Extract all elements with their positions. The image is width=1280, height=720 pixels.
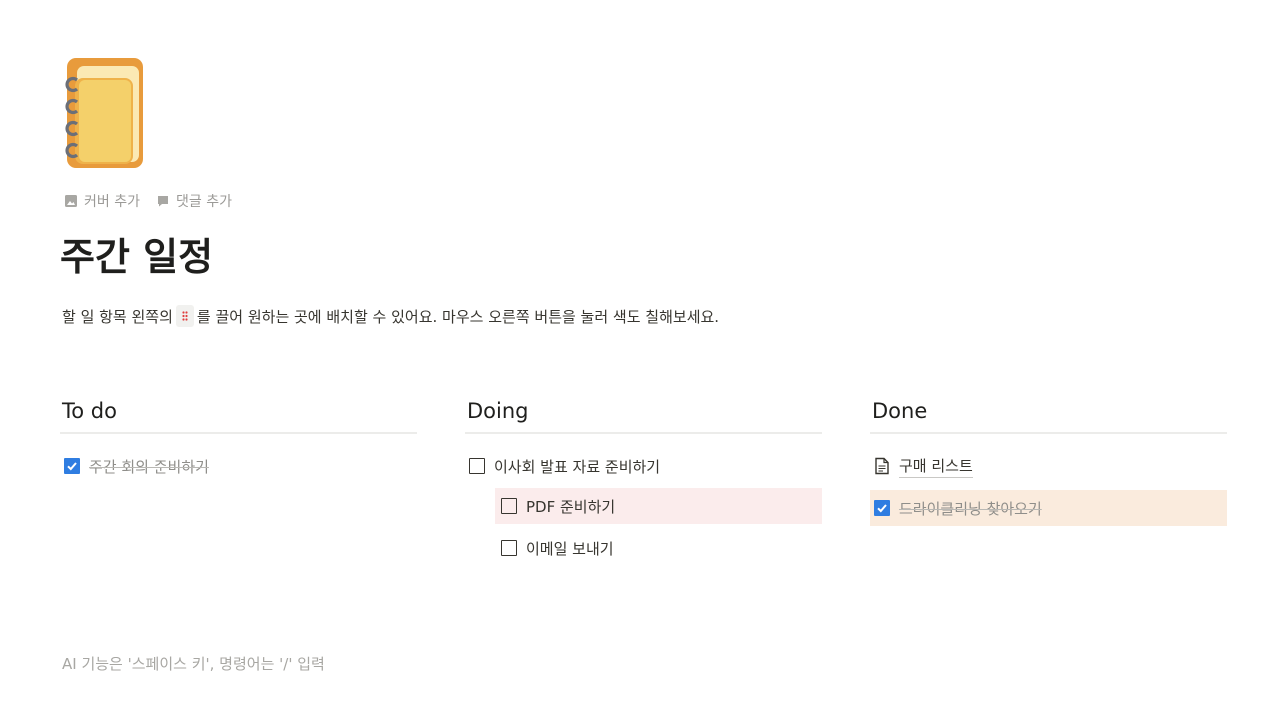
checkbox[interactable] xyxy=(501,498,517,514)
todo-item[interactable]: 이메일 보내기 xyxy=(495,530,822,566)
drag-handle-icon xyxy=(175,305,194,327)
todo-item-label: 이메일 보내기 xyxy=(526,539,614,558)
image-icon xyxy=(65,195,77,207)
column-divider xyxy=(870,432,1227,434)
todo-item-label: 이사회 발표 자료 준비하기 xyxy=(494,457,661,476)
column-title-todo[interactable]: To do xyxy=(60,396,417,432)
column-divider xyxy=(465,432,822,434)
todo-item[interactable]: 드라이클리닝 찾아오기 xyxy=(870,490,1227,526)
column-divider xyxy=(60,432,417,434)
column-title-done[interactable]: Done xyxy=(870,396,1227,432)
page-link[interactable]: 구매 리스트 xyxy=(870,448,1227,484)
checkmark-icon xyxy=(67,462,77,471)
column-title-doing[interactable]: Doing xyxy=(465,396,822,432)
comment-icon xyxy=(157,196,168,207)
todo-item[interactable]: 이사회 발표 자료 준비하기 xyxy=(465,448,822,484)
todo-item-label: 주간 회의 준비하기 xyxy=(89,457,209,476)
description-text-end: 를 끌어 원하는 곳에 배치할 수 있어요. 마우스 오른쪽 버튼을 눌러 색도… xyxy=(196,307,720,326)
page-meta-actions: 커버 추가 댓글 추가 xyxy=(64,191,232,211)
checkbox-checked[interactable] xyxy=(64,458,80,474)
notebook-icon[interactable] xyxy=(63,56,147,170)
checkbox[interactable] xyxy=(501,540,517,556)
column-todo: To do 주간 회의 준비하기 xyxy=(60,396,417,484)
checkbox-checked[interactable] xyxy=(874,500,890,516)
editor-placeholder-hint[interactable]: AI 기능은 '스페이스 키', 명령어는 '/' 입력 xyxy=(62,653,325,674)
todo-item-label: 드라이클리닝 찾아오기 xyxy=(899,499,1042,518)
page-description[interactable]: 할 일 항목 왼쪽의 를 끌어 원하는 곳에 배치할 수 있어요. 마우스 오른… xyxy=(62,305,719,327)
todo-item-label: PDF 준비하기 xyxy=(526,497,616,516)
add-comment-button[interactable]: 댓글 추가 xyxy=(156,191,232,211)
todo-item[interactable]: 주간 회의 준비하기 xyxy=(60,448,417,484)
todo-item[interactable]: PDF 준비하기 xyxy=(495,488,822,524)
checkmark-icon xyxy=(877,504,887,513)
add-cover-label: 커버 추가 xyxy=(84,194,140,210)
add-comment-label: 댓글 추가 xyxy=(175,194,232,210)
description-text-start: 할 일 항목 왼쪽의 xyxy=(62,307,173,326)
add-cover-button[interactable]: 커버 추가 xyxy=(64,191,140,211)
page-title[interactable]: 주간 일정 xyxy=(60,226,213,281)
checkbox[interactable] xyxy=(469,458,485,474)
column-doing: Doing 이사회 발표 자료 준비하기 PDF 준비하기 이메일 보내기 xyxy=(465,396,822,566)
page-link-label: 구매 리스트 xyxy=(899,455,973,478)
page-icon xyxy=(875,457,889,475)
column-done: Done 구매 리스트 드라이클리닝 찾아오기 xyxy=(870,396,1227,526)
